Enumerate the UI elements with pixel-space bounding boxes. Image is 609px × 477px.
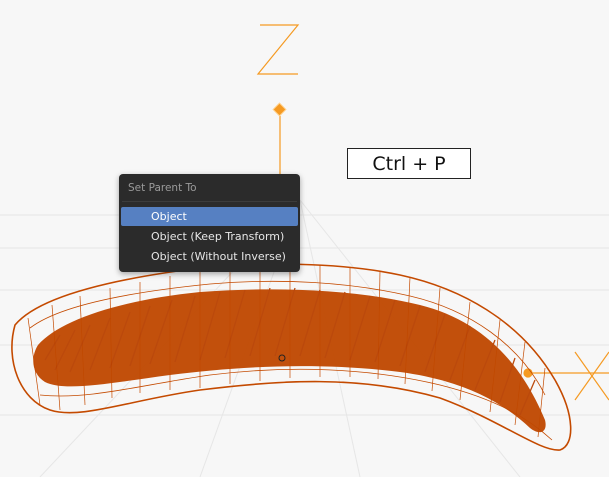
empty-handle-icon[interactable] bbox=[272, 102, 287, 117]
shortcut-hint: Ctrl + P bbox=[347, 148, 471, 179]
menu-item-object[interactable]: Object bbox=[121, 207, 298, 226]
menu-separator bbox=[122, 201, 297, 202]
viewport-scene bbox=[0, 24, 609, 477]
shortcut-text: Ctrl + P bbox=[372, 152, 446, 175]
3d-viewport[interactable] bbox=[0, 0, 609, 477]
set-parent-menu: Set Parent To Object Object (Keep Transf… bbox=[119, 174, 300, 272]
menu-title: Set Parent To bbox=[128, 182, 197, 194]
menu-item-object-keep-transform[interactable]: Object (Keep Transform) bbox=[121, 227, 298, 246]
menu-item-object-without-inverse[interactable]: Object (Without Inverse) bbox=[121, 247, 298, 266]
x-axis-hint bbox=[523, 351, 609, 401]
